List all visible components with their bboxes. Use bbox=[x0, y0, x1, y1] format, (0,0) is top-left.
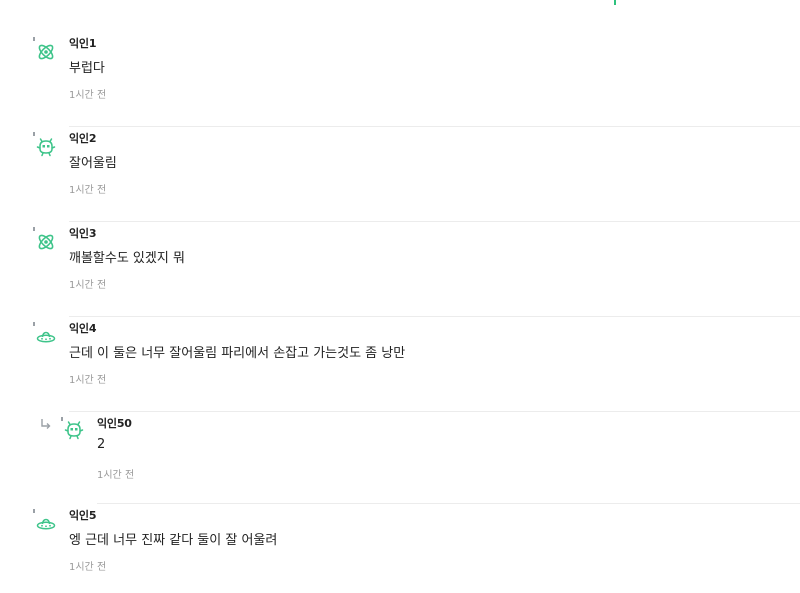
comment-time: 1시간 전 bbox=[69, 280, 107, 291]
alien-icon[interactable] bbox=[64, 420, 84, 440]
comment-item-2: 익인2 잘어울림 1시간 전 bbox=[0, 126, 800, 222]
comment-time: 1시간 전 bbox=[69, 185, 107, 196]
top-accent-line bbox=[614, 0, 616, 5]
comment-item-4: 익인4 근데 이 둘은 너무 잘어울림 파리에서 손잡고 가는것도 좀 낭만 1… bbox=[0, 316, 800, 412]
comment-time: 1시간 전 bbox=[69, 375, 107, 386]
comment-marker bbox=[33, 37, 35, 41]
alien-icon[interactable] bbox=[36, 137, 56, 157]
comment-text: 부럽다 bbox=[69, 61, 105, 76]
comment-text: 엥 근데 너무 진짜 같다 둘이 잘 어울려 bbox=[69, 533, 278, 548]
comment-marker bbox=[33, 227, 35, 231]
reply-arrow-icon bbox=[41, 419, 51, 429]
comment-text: 깨볼할수도 있겠지 뭐 bbox=[69, 251, 185, 266]
comment-author[interactable]: 익인50 bbox=[97, 415, 132, 431]
comment-time: 1시간 전 bbox=[69, 562, 107, 573]
comment-marker bbox=[61, 417, 63, 421]
comment-marker bbox=[33, 322, 35, 326]
ufo-icon[interactable] bbox=[36, 327, 56, 347]
comment-body: 익인50 2 1시간 전 bbox=[97, 411, 800, 504]
comment-list: 익인1 부럽다 1시간 전 익인2 잘어울림 1시간 전 익인3 깨볼할수도 있… bbox=[0, 31, 800, 593]
comment-item-3: 익인3 깨볼할수도 있겠지 뭐 1시간 전 bbox=[0, 221, 800, 317]
comment-reply-item: 익인50 2 1시간 전 bbox=[0, 411, 800, 504]
atom-icon[interactable] bbox=[36, 42, 56, 62]
comment-author[interactable]: 익인1 bbox=[69, 35, 96, 51]
comment-item-1: 익인1 부럽다 1시간 전 bbox=[0, 31, 800, 127]
comment-author[interactable]: 익인5 bbox=[69, 507, 96, 523]
comment-time: 1시간 전 bbox=[97, 470, 135, 481]
comment-body: 익인3 깨볼할수도 있겠지 뭐 1시간 전 bbox=[69, 221, 800, 317]
comment-marker bbox=[33, 509, 35, 513]
comment-body: 익인5 엥 근데 너무 진짜 같다 둘이 잘 어울려 1시간 전 bbox=[69, 503, 800, 593]
comment-body: 익인4 근데 이 둘은 너무 잘어울림 파리에서 손잡고 가는것도 좀 낭만 1… bbox=[69, 316, 800, 412]
ufo-icon[interactable] bbox=[36, 514, 56, 534]
comment-item-5: 익인5 엥 근데 너무 진짜 같다 둘이 잘 어울려 1시간 전 bbox=[0, 503, 800, 593]
comment-page: 익인1 부럽다 1시간 전 익인2 잘어울림 1시간 전 익인3 깨볼할수도 있… bbox=[0, 0, 800, 593]
comment-author[interactable]: 익인2 bbox=[69, 130, 96, 146]
atom-icon[interactable] bbox=[36, 232, 56, 252]
comment-text: 근데 이 둘은 너무 잘어울림 파리에서 손잡고 가는것도 좀 낭만 bbox=[69, 346, 406, 361]
comment-author[interactable]: 익인4 bbox=[69, 320, 96, 336]
comment-author[interactable]: 익인3 bbox=[69, 225, 96, 241]
comment-marker bbox=[33, 132, 35, 136]
comment-text: 잘어울림 bbox=[69, 156, 117, 171]
comment-text: 2 bbox=[97, 437, 106, 452]
comment-time: 1시간 전 bbox=[69, 90, 107, 101]
comment-body: 익인2 잘어울림 1시간 전 bbox=[69, 126, 800, 222]
comment-body: 익인1 부럽다 1시간 전 bbox=[69, 31, 800, 127]
